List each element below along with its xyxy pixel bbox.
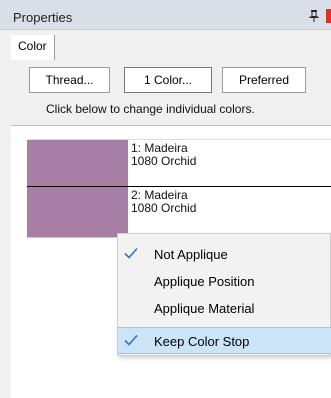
menu-item-label: Applique Material [154, 301, 255, 316]
color-row[interactable]: 2: Madeira 1080 Orchid [27, 187, 331, 238]
pin-icon[interactable] [309, 10, 319, 22]
thread-info: 2: Madeira 1080 Orchid [131, 189, 196, 215]
color-row[interactable]: 1: Madeira 1080 Orchid [27, 139, 331, 187]
close-icon[interactable] [326, 9, 331, 23]
menu-item-applique-material[interactable]: Applique Material [118, 294, 331, 322]
menu-item-keep-color-stop[interactable]: Keep Color Stop [118, 327, 331, 354]
menu-item-applique-position[interactable]: Applique Position [118, 267, 331, 295]
one-color-button[interactable]: 1 Color... [124, 67, 212, 93]
menu-item-not-applique[interactable]: Not Applique [118, 240, 331, 268]
context-menu: Not Applique Applique Position Applique … [117, 233, 331, 356]
menu-item-label: Applique Position [154, 274, 255, 289]
thread-info: 1: Madeira 1080 Orchid [131, 142, 196, 168]
instruction-text: Click below to change individual colors. [46, 102, 255, 116]
color-swatch[interactable] [27, 187, 128, 237]
preferred-button[interactable]: Preferred [222, 67, 306, 93]
check-icon [124, 247, 138, 259]
tab-color[interactable]: Color [11, 35, 55, 60]
menu-item-label: Not Applique [154, 247, 228, 262]
thread-code: 1080 Orchid [131, 154, 197, 168]
menu-item-label: Keep Color Stop [154, 334, 250, 349]
check-icon [124, 334, 138, 346]
thread-button[interactable]: Thread... [29, 67, 110, 93]
thread-code: 1080 Orchid [131, 201, 197, 215]
panel-titlebar: Properties [0, 0, 331, 30]
color-swatch[interactable] [27, 140, 128, 186]
panel-title: Properties [13, 10, 73, 25]
tab-strip: Color [11, 35, 331, 60]
